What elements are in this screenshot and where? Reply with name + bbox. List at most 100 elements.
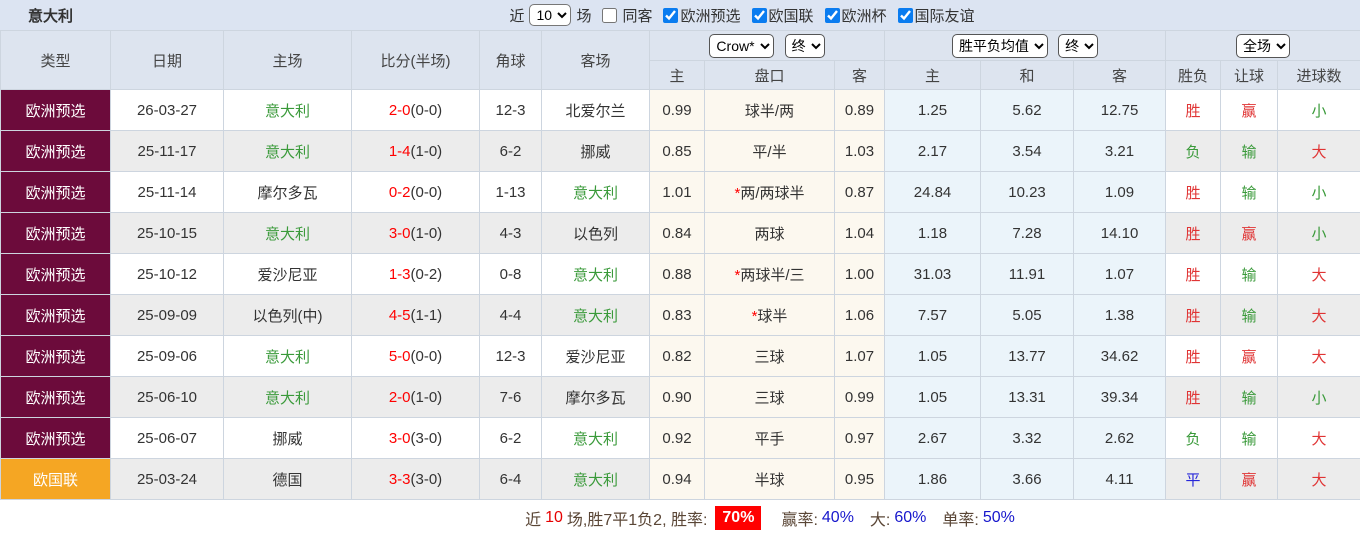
away-team-cell[interactable]: 爱沙尼亚	[541, 335, 650, 377]
team-title: 意大利	[28, 7, 74, 25]
date-cell: 25-10-15	[110, 212, 224, 254]
goals-result-cell: 小	[1277, 212, 1360, 254]
match-row[interactable]: 欧洲预选 25-11-14 摩尔多瓦 0-2(0-0) 1-13 意大利 1.0…	[0, 171, 1360, 213]
summary-recent-num: 10	[545, 509, 563, 526]
match-row[interactable]: 欧国联 25-03-24 德国 3-3(3-0) 6-4 意大利 0.94 半球…	[0, 458, 1360, 500]
home-team-cell[interactable]: 意大利	[223, 212, 352, 254]
avg-home-cell: 1.18	[884, 212, 982, 254]
date-cell: 25-11-17	[110, 130, 224, 172]
competition-type-cell: 欧洲预选	[0, 253, 111, 295]
fulltime-score: 3-3	[388, 470, 411, 488]
match-row[interactable]: 欧洲预选 25-09-06 意大利 5-0(0-0) 12-3 爱沙尼亚 0.8…	[0, 335, 1360, 377]
result-cell: 胜	[1165, 253, 1222, 295]
match-row[interactable]: 欧洲预选 25-11-17 意大利 1-4(1-0) 6-2 挪威 0.85 平…	[0, 130, 1360, 172]
avg-time-select[interactable]: 终	[1058, 33, 1099, 58]
competition-type-cell: 欧国联	[0, 458, 111, 500]
goals-result-cell: 大	[1277, 294, 1360, 336]
handicap-result-cell: 输	[1220, 130, 1279, 172]
home-team-cell[interactable]: 摩尔多瓦	[223, 171, 352, 213]
avg-away-cell: 12.75	[1073, 89, 1167, 131]
handicap-cell: 平手	[704, 417, 835, 459]
away-team-cell[interactable]: 意大利	[541, 458, 650, 500]
halftime-score: (3-0)	[410, 429, 443, 447]
competition-type-cell: 欧洲预选	[0, 212, 111, 254]
odds-home-cell: 0.85	[649, 130, 705, 172]
col-goals-result: 进球数	[1277, 60, 1360, 90]
filter-euro-qualifiers-checkbox[interactable]	[663, 7, 679, 23]
handicap-cell: 半球	[704, 458, 835, 500]
same-away-label: 同客	[622, 7, 653, 25]
handicap-cell: 两球	[704, 212, 835, 254]
halftime-score: (1-0)	[410, 142, 443, 160]
goals-result-cell: 大	[1277, 417, 1360, 459]
avg-draw-cell: 7.28	[980, 212, 1075, 254]
match-row[interactable]: 欧洲预选 25-10-15 意大利 3-0(1-0) 4-3 以色列 0.84 …	[0, 212, 1360, 254]
odds-time-select[interactable]: 终	[784, 33, 825, 58]
col-home: 主场	[223, 30, 352, 90]
games-label: 场	[576, 7, 592, 25]
match-row[interactable]: 欧洲预选 25-06-10 意大利 2-0(1-0) 7-6 摩尔多瓦 0.90…	[0, 376, 1360, 418]
avg-draw-cell: 13.31	[980, 376, 1075, 418]
match-row[interactable]: 欧洲预选 25-09-09 以色列(中) 4-5(1-1) 4-4 意大利 0.…	[0, 294, 1360, 336]
date-cell: 26-03-27	[110, 89, 224, 131]
home-team-cell[interactable]: 意大利	[223, 130, 352, 172]
away-team-cell[interactable]: 意大利	[541, 171, 650, 213]
away-team-cell[interactable]: 意大利	[541, 417, 650, 459]
same-away-checkbox[interactable]	[602, 7, 618, 23]
avg-draw-cell: 11.91	[980, 253, 1075, 295]
fulltime-score: 1-3	[388, 265, 411, 283]
score-cell: 2-0(0-0)	[351, 89, 480, 131]
scope-select[interactable]: 全场	[1236, 33, 1291, 58]
filter-friendly-checkbox[interactable]	[897, 7, 913, 23]
competition-type-cell: 欧洲预选	[0, 89, 111, 131]
fulltime-score: 3-0	[388, 224, 411, 242]
corner-cell: 1-13	[479, 171, 542, 213]
odds-away-cell: 0.95	[833, 458, 886, 500]
result-cell: 负	[1165, 417, 1222, 459]
recent-count-select[interactable]: 10	[529, 4, 572, 26]
away-team-cell[interactable]: 意大利	[541, 294, 650, 336]
single-rate-label: 单率:	[942, 512, 979, 529]
avg-home-cell: 1.25	[884, 89, 982, 131]
handicap-cell: 平/半	[704, 130, 835, 172]
halftime-score: (1-1)	[410, 306, 443, 324]
filter-euro-cup-checkbox[interactable]	[824, 7, 840, 23]
away-team-cell[interactable]: 北爱尔兰	[541, 89, 650, 131]
avg-away-cell: 3.21	[1073, 130, 1167, 172]
home-team-cell[interactable]: 意大利	[223, 335, 352, 377]
match-row[interactable]: 欧洲预选 25-06-07 挪威 3-0(3-0) 6-2 意大利 0.92 平…	[0, 417, 1360, 459]
avg-draw-cell: 5.05	[980, 294, 1075, 336]
handicap-cell: 球半/两	[704, 89, 835, 131]
away-team-cell[interactable]: 以色列	[541, 212, 650, 254]
corner-cell: 6-2	[479, 417, 542, 459]
corner-cell: 6-2	[479, 130, 542, 172]
col-away: 客场	[541, 30, 650, 90]
odds-company-select[interactable]: Crow*	[709, 33, 775, 58]
corner-cell: 12-3	[479, 335, 542, 377]
corner-cell: 0-8	[479, 253, 542, 295]
avg-home-cell: 24.84	[884, 171, 982, 213]
match-row[interactable]: 欧洲预选 26-03-27 意大利 2-0(0-0) 12-3 北爱尔兰 0.9…	[0, 89, 1360, 131]
avg-type-select[interactable]: 胜平负均值	[951, 33, 1048, 58]
away-team-cell[interactable]: 摩尔多瓦	[541, 376, 650, 418]
home-team-cell[interactable]: 意大利	[223, 89, 352, 131]
match-row[interactable]: 欧洲预选 25-10-12 爱沙尼亚 1-3(0-2) 0-8 意大利 0.88…	[0, 253, 1360, 295]
odds-away-cell: 1.06	[833, 294, 886, 336]
away-team-cell[interactable]: 意大利	[541, 253, 650, 295]
away-team-cell[interactable]: 挪威	[541, 130, 650, 172]
odds-home-cell: 0.82	[649, 335, 705, 377]
match-table: 类型 日期 主场 比分(半场) 角球 客场 Crow* 终 胜平负均值 终 全场	[0, 30, 1360, 500]
home-team-cell[interactable]: 挪威	[223, 417, 352, 459]
avg-draw-cell: 3.66	[980, 458, 1075, 500]
score-cell: 3-3(3-0)	[351, 458, 480, 500]
avg-away-cell: 39.34	[1073, 376, 1167, 418]
competition-type-cell: 欧洲预选	[0, 171, 111, 213]
home-team-cell[interactable]: 以色列(中)	[223, 294, 352, 336]
avg-home-cell: 7.57	[884, 294, 982, 336]
score-cell: 3-0(3-0)	[351, 417, 480, 459]
home-team-cell[interactable]: 德国	[223, 458, 352, 500]
home-team-cell[interactable]: 爱沙尼亚	[223, 253, 352, 295]
home-team-cell[interactable]: 意大利	[223, 376, 352, 418]
filter-nations-league-checkbox[interactable]	[751, 7, 767, 23]
avg-home-cell: 1.05	[884, 335, 982, 377]
